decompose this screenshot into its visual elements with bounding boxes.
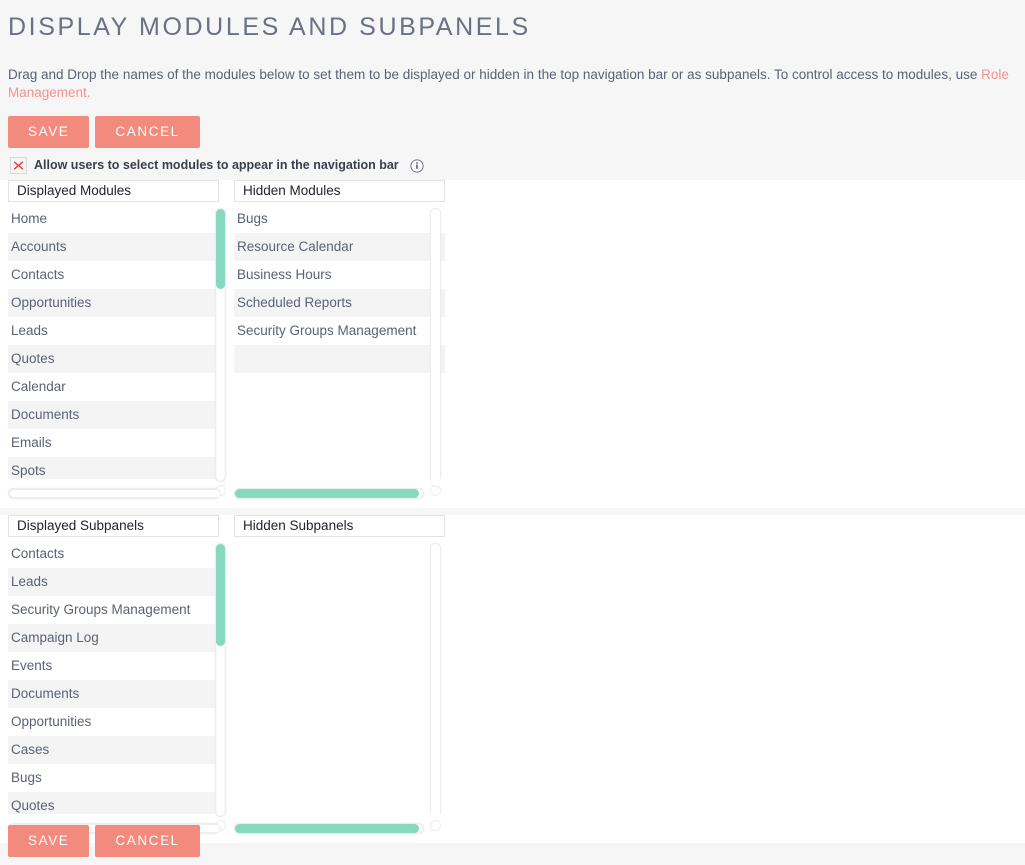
displayed-modules-header: Displayed Modules (8, 180, 219, 202)
displayed-modules-listbox[interactable]: HomeAccountsContactsOpportunitiesLeadsQu… (8, 205, 219, 479)
displayed-module-item[interactable]: Home (8, 205, 219, 233)
displayed-module-item[interactable]: Leads (8, 317, 219, 345)
hidden-module-item[interactable]: Business Hours (234, 261, 445, 289)
hidden-modules-horizontal-thumb[interactable] (235, 489, 419, 498)
allow-select-row: Allow users to select modules to appear … (0, 148, 1025, 174)
hidden-modules-vertical-scrollbar[interactable] (215, 208, 226, 482)
bottom-button-row: SAVE CANCEL (0, 825, 1025, 857)
displayed-subpanel-item[interactable]: Opportunities (8, 708, 219, 736)
displayed-subpanel-item[interactable]: Quotes (8, 792, 219, 814)
intro-text-body: Drag and Drop the names of the modules b… (8, 67, 981, 82)
hidden-module-item[interactable] (234, 345, 445, 373)
hidden-subpanels-header: Hidden Subpanels (234, 515, 445, 537)
displayed-modules-column: Displayed Modules HomeAccountsContactsOp… (8, 180, 219, 479)
hidden-subpanels-column: Hidden Subpanels (234, 515, 445, 814)
save-button-top[interactable]: SAVE (8, 116, 89, 148)
hidden-subpanels-vertical-scrollbar[interactable] (430, 543, 441, 817)
intro-text: Drag and Drop the names of the modules b… (0, 44, 1025, 102)
allow-select-label: Allow users to select modules to appear … (34, 158, 399, 173)
hidden-modules-horizontal-scrollbar[interactable] (234, 488, 424, 499)
displayed-module-item[interactable]: Contacts (8, 261, 219, 289)
displayed-module-item[interactable]: Spots (8, 457, 219, 479)
hidden-modules-header: Hidden Modules (234, 180, 445, 202)
hidden-modules-vertical-thumb[interactable] (216, 209, 225, 289)
displayed-module-item[interactable]: Quotes (8, 345, 219, 373)
displayed-module-item[interactable]: Emails (8, 429, 219, 457)
hidden-module-item[interactable]: Scheduled Reports (234, 289, 445, 317)
displayed-subpanels-listbox[interactable]: ContactsLeadsSecurity Groups ManagementC… (8, 540, 219, 814)
cancel-button-top[interactable]: CANCEL (95, 116, 199, 148)
displayed-subpanels-column: Displayed Subpanels ContactsLeadsSecurit… (8, 515, 219, 814)
hidden-module-item[interactable]: Resource Calendar (234, 233, 445, 261)
displayed-subpanel-item[interactable]: Leads (8, 568, 219, 596)
hidden-modules-right-thumb[interactable] (431, 209, 440, 483)
displayed-modules-horizontal-scrollbar[interactable] (8, 488, 220, 499)
cancel-button-bottom[interactable]: CANCEL (95, 825, 199, 857)
save-button-bottom[interactable]: SAVE (8, 825, 89, 857)
displayed-modules-horizontal-thumb[interactable] (9, 489, 221, 498)
displayed-module-item[interactable]: Documents (8, 401, 219, 429)
displayed-subpanels-vertical-thumb[interactable] (216, 544, 225, 646)
page-title: Display Modules and Subpanels (0, 0, 1025, 44)
displayed-module-item[interactable]: Opportunities (8, 289, 219, 317)
displayed-module-item[interactable]: Accounts (8, 233, 219, 261)
displayed-subpanel-item[interactable]: Security Groups Management (8, 596, 219, 624)
modules-section: Displayed Modules HomeAccountsContactsOp… (0, 180, 1025, 508)
hidden-modules-right-scrollbar[interactable] (430, 208, 441, 482)
displayed-subpanel-item[interactable]: Campaign Log (8, 624, 219, 652)
hidden-subpanels-vertical-thumb[interactable] (431, 544, 440, 818)
displayed-subpanel-item[interactable]: Documents (8, 680, 219, 708)
top-button-row: SAVE CANCEL (0, 102, 1025, 148)
displayed-subpanels-header: Displayed Subpanels (8, 515, 219, 537)
displayed-subpanel-item[interactable]: Events (8, 652, 219, 680)
displayed-subpanel-item[interactable]: Cases (8, 736, 219, 764)
displayed-subpanels-vertical-scrollbar[interactable] (215, 543, 226, 817)
hidden-modules-column: Hidden Modules BugsResource CalendarBusi… (234, 180, 445, 479)
displayed-subpanel-item[interactable]: Bugs (8, 764, 219, 792)
allow-select-checkbox[interactable] (10, 157, 27, 174)
hidden-subpanels-listbox[interactable] (234, 540, 445, 814)
hidden-modules-listbox[interactable]: BugsResource CalendarBusiness HoursSched… (234, 205, 445, 479)
hidden-module-item[interactable]: Security Groups Management (234, 317, 445, 345)
subpanels-section: Displayed Subpanels ContactsLeadsSecurit… (0, 515, 1025, 843)
red-x-icon (13, 160, 24, 171)
displayed-subpanel-item[interactable]: Contacts (8, 540, 219, 568)
info-circle-icon[interactable] (410, 159, 424, 173)
hidden-module-item[interactable]: Bugs (234, 205, 445, 233)
hidden-modules-scroll-corner (430, 485, 441, 496)
displayed-module-item[interactable]: Calendar (8, 373, 219, 401)
